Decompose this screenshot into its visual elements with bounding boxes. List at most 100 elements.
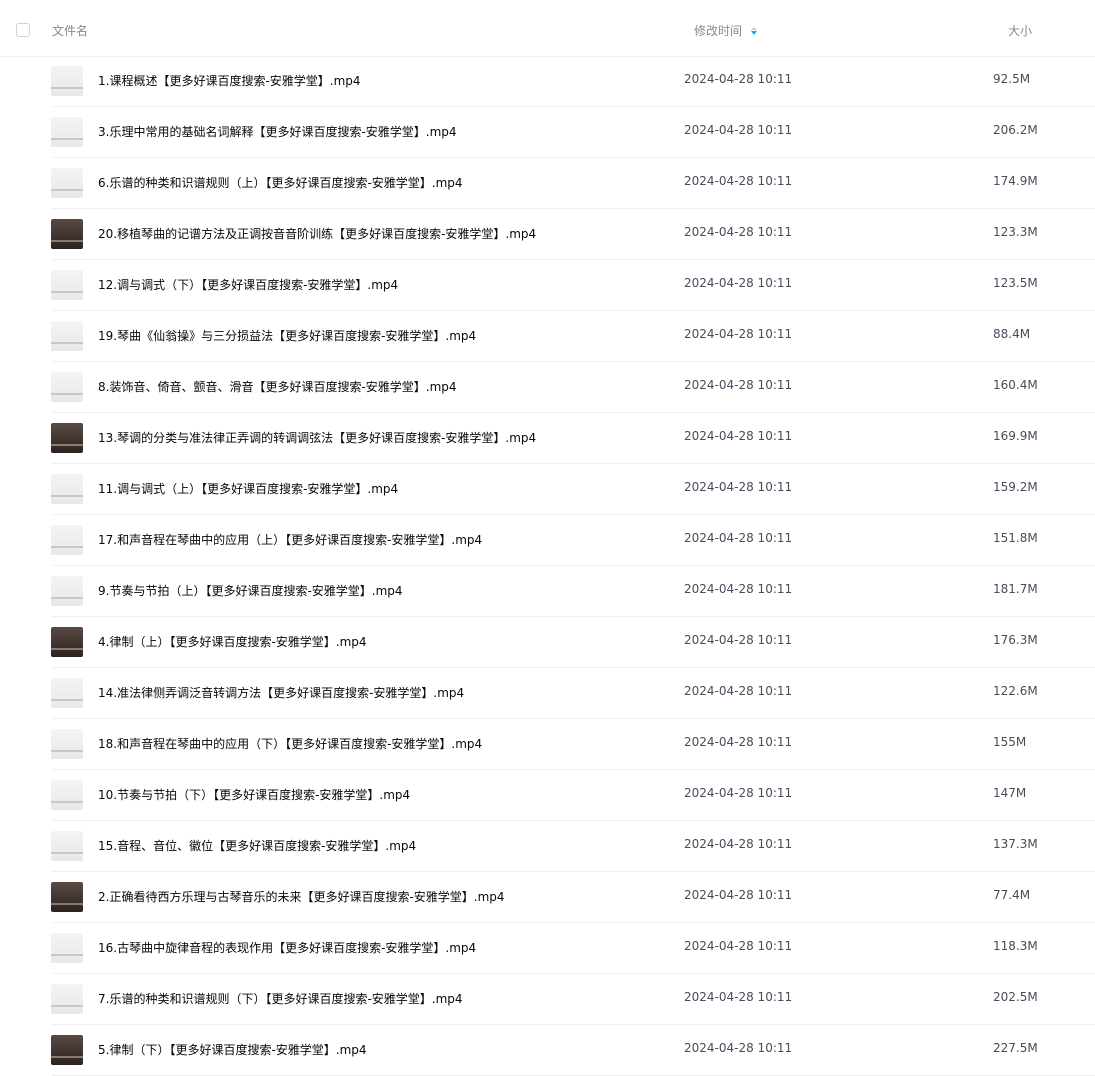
file-name[interactable]: 16.古琴曲中旋律音程的表现作用【更多好课百度搜索-安雅学堂】.mp4 — [98, 939, 476, 956]
sort-icon[interactable] — [751, 26, 758, 35]
file-size: 181.7M — [993, 582, 1038, 596]
file-size: 92.5M — [993, 72, 1031, 86]
video-thumbnail-icon[interactable] — [51, 66, 83, 96]
video-thumbnail-icon[interactable] — [51, 168, 83, 198]
file-row[interactable]: 8.装饰音、倚音、颤音、滑音【更多好课百度搜索-安雅学堂】.mp4 2024-04… — [51, 362, 1095, 413]
file-modified-time: 2024-04-28 10:11 — [684, 531, 793, 545]
file-name[interactable]: 15.音程、音位、徽位【更多好课百度搜索-安雅学堂】.mp4 — [98, 837, 416, 854]
video-thumbnail-icon[interactable] — [51, 831, 83, 861]
file-row[interactable]: 2.正确看待西方乐理与古琴音乐的未来【更多好课百度搜索-安雅学堂】.mp4 202… — [51, 872, 1095, 923]
file-row[interactable]: 20.移植琴曲的记谱方法及正调按音音阶训练【更多好课百度搜索-安雅学堂】.mp4… — [51, 209, 1095, 260]
file-size: 118.3M — [993, 939, 1038, 953]
file-modified-time: 2024-04-28 10:11 — [684, 174, 793, 188]
column-header-time[interactable]: 修改时间 — [694, 22, 758, 39]
file-row[interactable]: 17.和声音程在琴曲中的应用（上）【更多好课百度搜索-安雅学堂】.mp4 2024… — [51, 515, 1095, 566]
video-thumbnail-icon[interactable] — [51, 117, 83, 147]
file-modified-time: 2024-04-28 10:11 — [684, 888, 793, 902]
file-modified-time: 2024-04-28 10:11 — [684, 327, 793, 341]
video-thumbnail-icon[interactable] — [51, 474, 83, 504]
file-size: 174.9M — [993, 174, 1038, 188]
file-modified-time: 2024-04-28 10:11 — [684, 990, 793, 1004]
file-size: 123.3M — [993, 225, 1038, 239]
file-row[interactable]: 11.调与调式（上）【更多好课百度搜索-安雅学堂】.mp4 2024-04-28 … — [51, 464, 1095, 515]
file-size: 122.6M — [993, 684, 1038, 698]
file-name[interactable]: 4.律制（上）【更多好课百度搜索-安雅学堂】.mp4 — [98, 633, 367, 650]
file-name[interactable]: 18.和声音程在琴曲中的应用（下）【更多好课百度搜索-安雅学堂】.mp4 — [98, 735, 482, 752]
file-row[interactable]: 6.乐谱的种类和识谱规则（上）【更多好课百度搜索-安雅学堂】.mp4 2024-0… — [51, 158, 1095, 209]
video-thumbnail-icon[interactable] — [51, 423, 83, 453]
file-modified-time: 2024-04-28 10:11 — [684, 378, 793, 392]
file-name[interactable]: 1.课程概述【更多好课百度搜索-安雅学堂】.mp4 — [98, 72, 361, 89]
video-thumbnail-icon[interactable] — [51, 627, 83, 657]
video-thumbnail-icon[interactable] — [51, 933, 83, 963]
video-thumbnail-icon[interactable] — [51, 219, 83, 249]
file-name[interactable]: 8.装饰音、倚音、颤音、滑音【更多好课百度搜索-安雅学堂】.mp4 — [98, 378, 457, 395]
file-row[interactable]: 19.琴曲《仙翁操》与三分损益法【更多好课百度搜索-安雅学堂】.mp4 2024-… — [51, 311, 1095, 362]
file-size: 147M — [993, 786, 1027, 800]
file-size: 202.5M — [993, 990, 1038, 1004]
video-thumbnail-icon[interactable] — [51, 372, 83, 402]
file-modified-time: 2024-04-28 10:11 — [684, 1041, 793, 1055]
file-modified-time: 2024-04-28 10:11 — [684, 480, 793, 494]
file-row[interactable]: 5.律制（下）【更多好课百度搜索-安雅学堂】.mp4 2024-04-28 10:… — [51, 1025, 1095, 1076]
file-modified-time: 2024-04-28 10:11 — [684, 837, 793, 851]
select-all-checkbox[interactable] — [16, 23, 30, 37]
file-list: 1.课程概述【更多好课百度搜索-安雅学堂】.mp4 2024-04-28 10:1… — [0, 56, 1095, 1076]
file-name[interactable]: 3.乐理中常用的基础名词解释【更多好课百度搜索-安雅学堂】.mp4 — [98, 123, 457, 140]
file-size: 206.2M — [993, 123, 1038, 137]
file-name[interactable]: 19.琴曲《仙翁操》与三分损益法【更多好课百度搜索-安雅学堂】.mp4 — [98, 327, 476, 344]
file-name[interactable]: 20.移植琴曲的记谱方法及正调按音音阶训练【更多好课百度搜索-安雅学堂】.mp4 — [98, 225, 536, 242]
file-row[interactable]: 1.课程概述【更多好课百度搜索-安雅学堂】.mp4 2024-04-28 10:1… — [51, 56, 1095, 107]
video-thumbnail-icon[interactable] — [51, 678, 83, 708]
video-thumbnail-icon[interactable] — [51, 1035, 83, 1065]
file-modified-time: 2024-04-28 10:11 — [684, 684, 793, 698]
file-modified-time: 2024-04-28 10:11 — [684, 225, 793, 239]
column-header-time-label: 修改时间 — [694, 24, 743, 38]
file-name[interactable]: 13.琴调的分类与准法律正弄调的转调调弦法【更多好课百度搜索-安雅学堂】.mp4 — [98, 429, 536, 446]
file-size: 123.5M — [993, 276, 1038, 290]
file-name[interactable]: 14.准法律侧弄调泛音转调方法【更多好课百度搜索-安雅学堂】.mp4 — [98, 684, 464, 701]
file-row[interactable]: 7.乐谱的种类和识谱规则（下）【更多好课百度搜索-安雅学堂】.mp4 2024-0… — [51, 974, 1095, 1025]
video-thumbnail-icon[interactable] — [51, 576, 83, 606]
file-name[interactable]: 6.乐谱的种类和识谱规则（上）【更多好课百度搜索-安雅学堂】.mp4 — [98, 174, 463, 191]
file-size: 227.5M — [993, 1041, 1038, 1055]
file-name[interactable]: 11.调与调式（上）【更多好课百度搜索-安雅学堂】.mp4 — [98, 480, 398, 497]
file-modified-time: 2024-04-28 10:11 — [684, 429, 793, 443]
file-row[interactable]: 15.音程、音位、徽位【更多好课百度搜索-安雅学堂】.mp4 2024-04-28… — [51, 821, 1095, 872]
file-modified-time: 2024-04-28 10:11 — [684, 276, 793, 290]
file-row[interactable]: 13.琴调的分类与准法律正弄调的转调调弦法【更多好课百度搜索-安雅学堂】.mp4… — [51, 413, 1095, 464]
file-row[interactable]: 4.律制（上）【更多好课百度搜索-安雅学堂】.mp4 2024-04-28 10:… — [51, 617, 1095, 668]
file-name[interactable]: 5.律制（下）【更多好课百度搜索-安雅学堂】.mp4 — [98, 1041, 367, 1058]
file-row[interactable]: 18.和声音程在琴曲中的应用（下）【更多好课百度搜索-安雅学堂】.mp4 2024… — [51, 719, 1095, 770]
file-row[interactable]: 9.节奏与节拍（上）【更多好课百度搜索-安雅学堂】.mp4 2024-04-28 … — [51, 566, 1095, 617]
file-size: 77.4M — [993, 888, 1031, 902]
file-row[interactable]: 14.准法律侧弄调泛音转调方法【更多好课百度搜索-安雅学堂】.mp4 2024-0… — [51, 668, 1095, 719]
video-thumbnail-icon[interactable] — [51, 525, 83, 555]
file-name[interactable]: 10.节奏与节拍（下）【更多好课百度搜索-安雅学堂】.mp4 — [98, 786, 410, 803]
file-name[interactable]: 7.乐谱的种类和识谱规则（下）【更多好课百度搜索-安雅学堂】.mp4 — [98, 990, 463, 1007]
column-header-name[interactable]: 文件名 — [52, 22, 88, 39]
video-thumbnail-icon[interactable] — [51, 984, 83, 1014]
column-header-size[interactable]: 大小 — [1008, 22, 1032, 39]
file-name[interactable]: 17.和声音程在琴曲中的应用（上）【更多好课百度搜索-安雅学堂】.mp4 — [98, 531, 482, 548]
file-row[interactable]: 16.古琴曲中旋律音程的表现作用【更多好课百度搜索-安雅学堂】.mp4 2024-… — [51, 923, 1095, 974]
video-thumbnail-icon[interactable] — [51, 780, 83, 810]
file-name[interactable]: 9.节奏与节拍（上）【更多好课百度搜索-安雅学堂】.mp4 — [98, 582, 403, 599]
file-size: 160.4M — [993, 378, 1038, 392]
video-thumbnail-icon[interactable] — [51, 270, 83, 300]
file-row[interactable]: 10.节奏与节拍（下）【更多好课百度搜索-安雅学堂】.mp4 2024-04-28… — [51, 770, 1095, 821]
file-modified-time: 2024-04-28 10:11 — [684, 735, 793, 749]
file-row[interactable]: 3.乐理中常用的基础名词解释【更多好课百度搜索-安雅学堂】.mp4 2024-04… — [51, 107, 1095, 158]
file-modified-time: 2024-04-28 10:11 — [684, 582, 793, 596]
file-row[interactable]: 12.调与调式（下）【更多好课百度搜索-安雅学堂】.mp4 2024-04-28 … — [51, 260, 1095, 311]
file-modified-time: 2024-04-28 10:11 — [684, 939, 793, 953]
video-thumbnail-icon[interactable] — [51, 882, 83, 912]
file-name[interactable]: 12.调与调式（下）【更多好课百度搜索-安雅学堂】.mp4 — [98, 276, 398, 293]
file-modified-time: 2024-04-28 10:11 — [684, 72, 793, 86]
file-list-header: 文件名 修改时间 大小 — [0, 0, 1095, 57]
file-size: 176.3M — [993, 633, 1038, 647]
video-thumbnail-icon[interactable] — [51, 729, 83, 759]
video-thumbnail-icon[interactable] — [51, 321, 83, 351]
file-modified-time: 2024-04-28 10:11 — [684, 633, 793, 647]
file-name[interactable]: 2.正确看待西方乐理与古琴音乐的未来【更多好课百度搜索-安雅学堂】.mp4 — [98, 888, 505, 905]
